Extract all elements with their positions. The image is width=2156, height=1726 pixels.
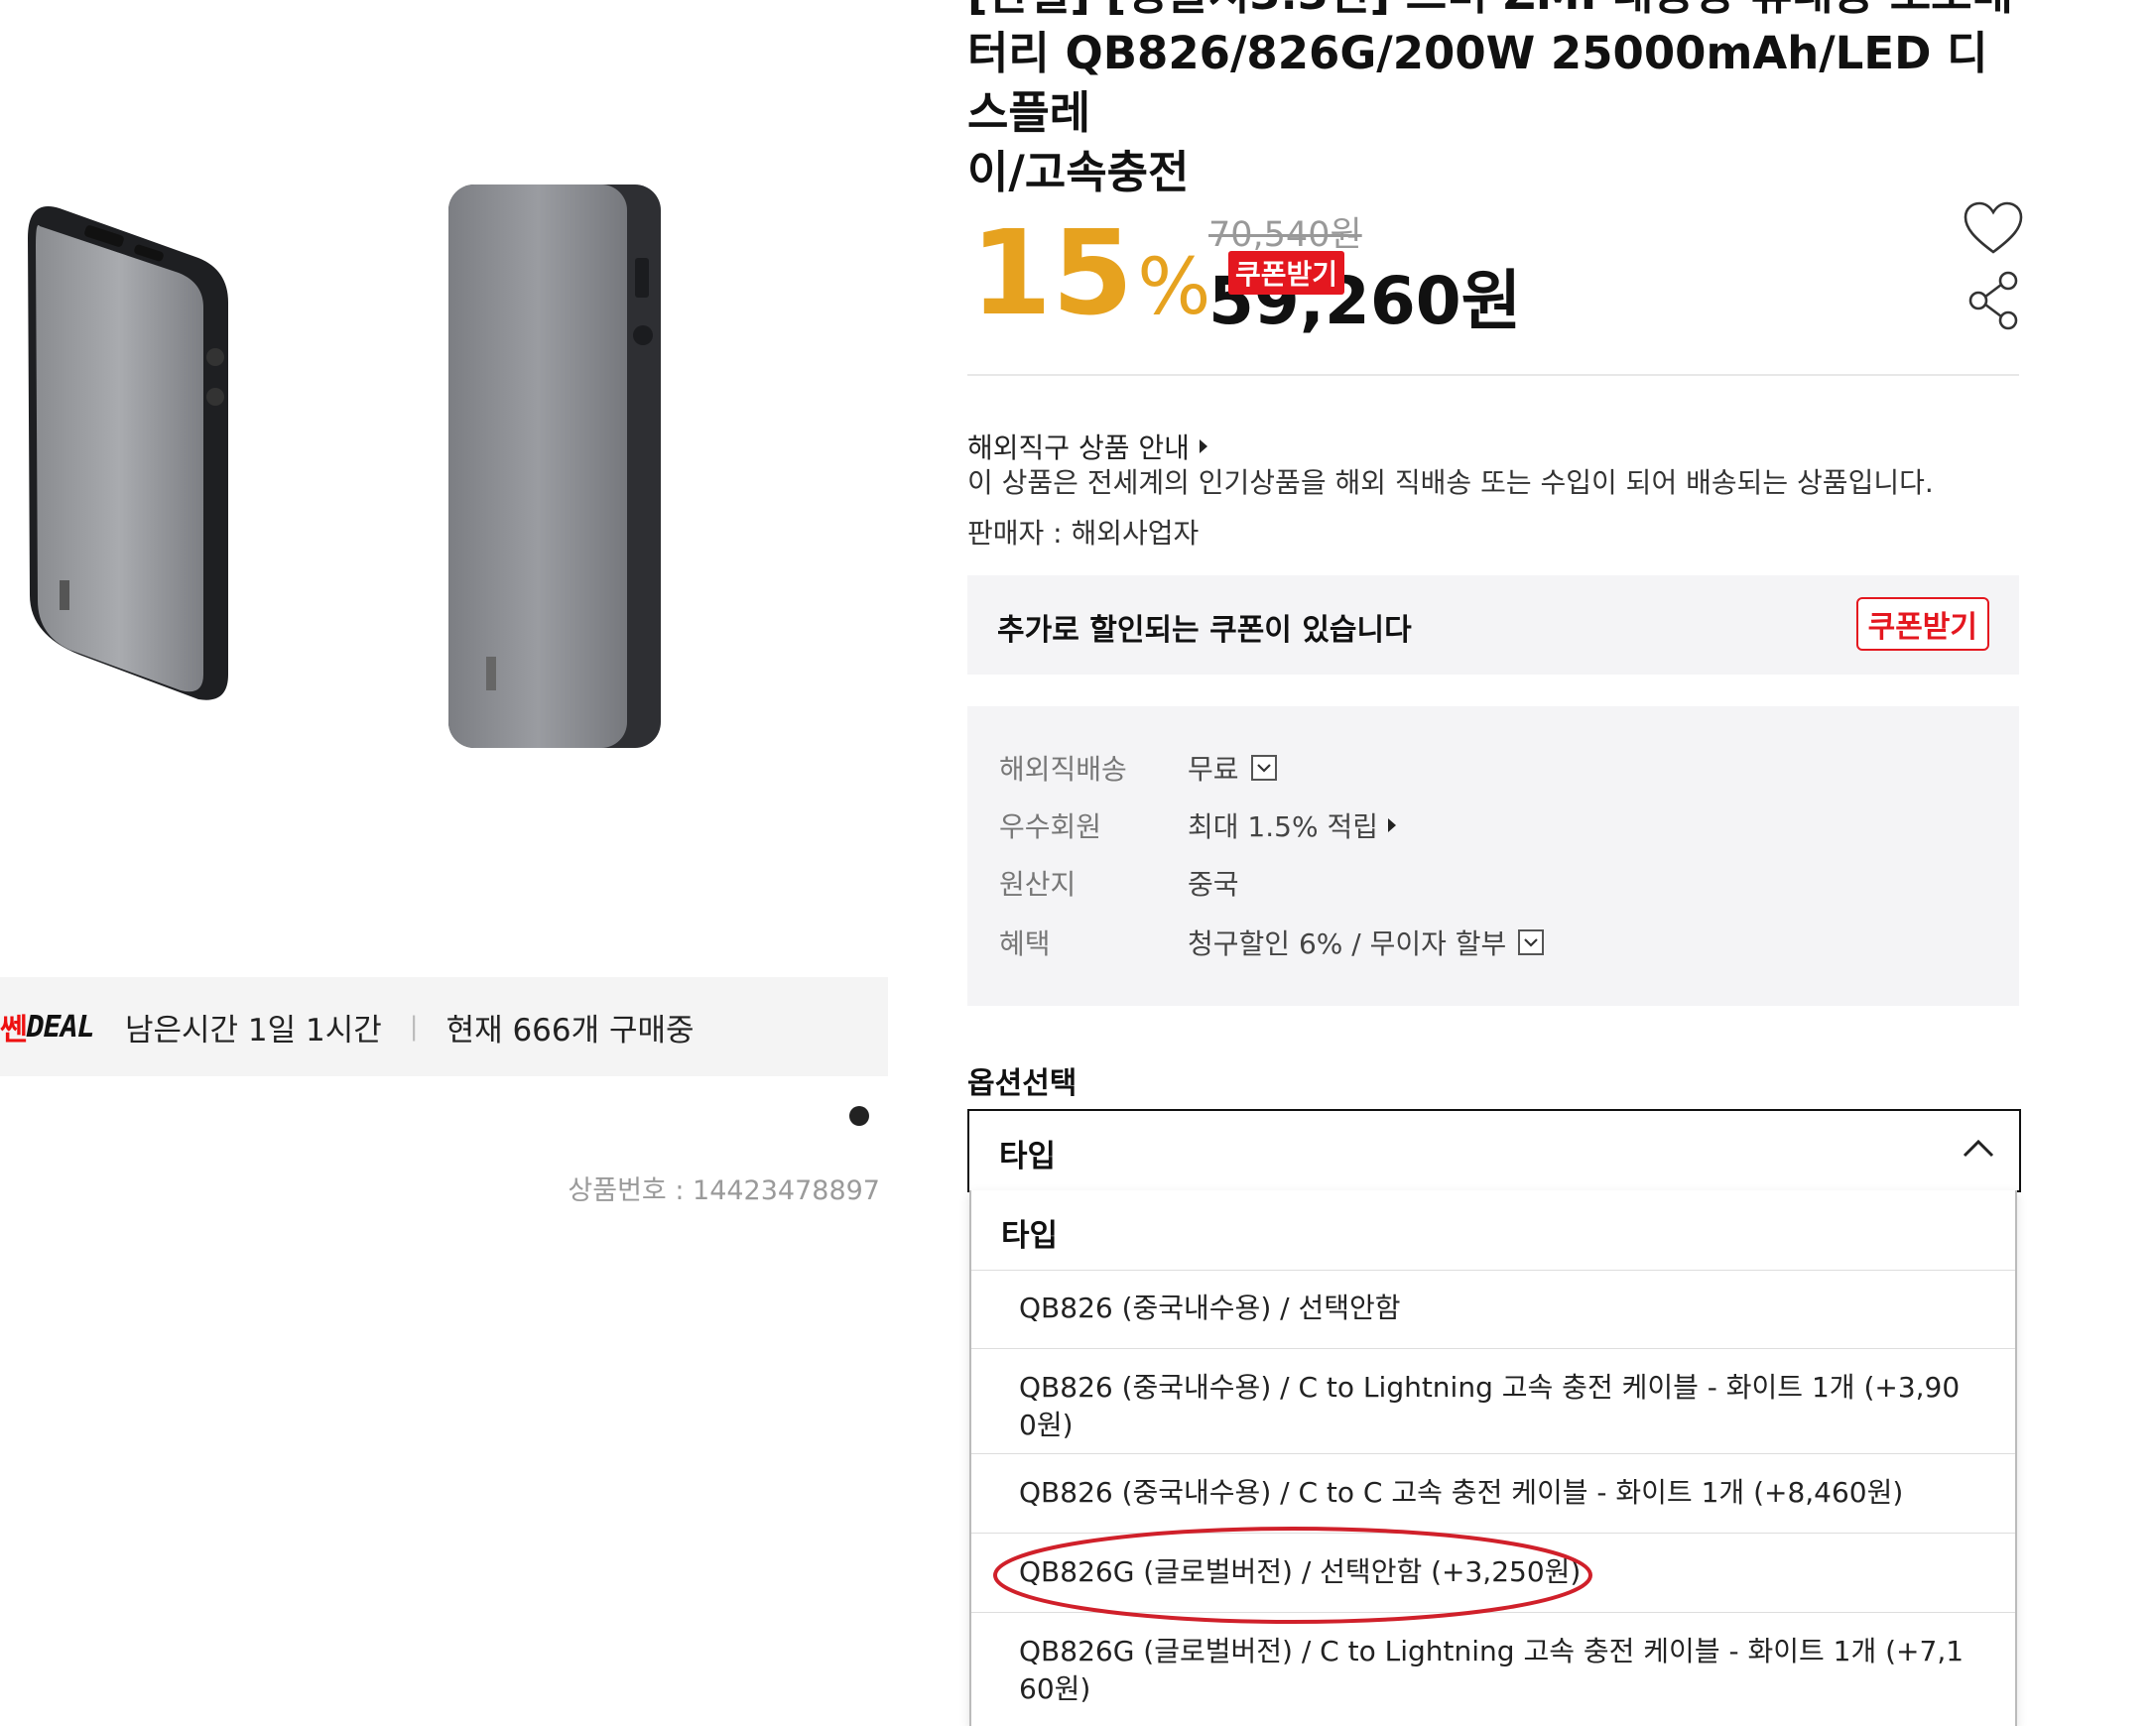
seller-info: 판매자 : 해외사업자 — [967, 517, 1200, 550]
deal-remaining-time: 남은시간 1일 1시간 — [125, 1012, 382, 1048]
overseas-notice-description: 이 상품은 전세계의 인기상품을 해외 직배송 또는 수입이 되어 배송되는 상… — [967, 466, 1934, 499]
annotation-red-circle — [993, 1527, 1592, 1624]
delivery-info-box: 해외직배송 무료 우수회원 최대 1.5% 적립 원산지 중국 혜택 청구할인 … — [967, 706, 2019, 1006]
discount-rate: 15% — [970, 204, 1211, 341]
info-row-membership: 우수회원 최대 1.5% 적립 — [999, 805, 1396, 845]
option-item[interactable]: QB826 (중국내수용) / 선택안함 — [971, 1270, 2015, 1349]
option-item[interactable]: QB826G (글로벌버전) / C to Lightning 고속 충전 케이… — [971, 1613, 2015, 1726]
info-row-origin: 원산지 중국 — [999, 868, 1239, 901]
power-bank-product-image — [28, 185, 661, 748]
option-item[interactable]: QB826 (중국내수용) / C to Lightning 고속 충전 케이블… — [971, 1349, 2015, 1454]
option-dropdown-list: 타입 QB826 (중국내수용) / 선택안함 QB826 (중국내수용) / … — [969, 1190, 2017, 1726]
get-coupon-button[interactable]: 쿠폰받기 — [1855, 597, 1989, 651]
option-item[interactable]: QB826 (중국내수용) / C to C 고속 충전 케이블 - 화이트 1… — [971, 1454, 2015, 1534]
option-type-select[interactable]: 타입 — [967, 1109, 2021, 1192]
product-image-gallery[interactable] — [0, 0, 888, 952]
chevron-up-icon — [1963, 1139, 1994, 1158]
deal-bar: 쎈 DEAL 남은시간 1일 1시간 | 현재 666개 구매중 — [0, 977, 888, 1076]
deal-buyers-count: 현재 666개 구매중 — [445, 1012, 695, 1048]
info-row-benefit: 혜택 청구할인 6% / 무이자 할부 — [999, 923, 1545, 962]
extra-coupon-text: 추가로 할인되는 쿠폰이 있습니다 — [997, 613, 1412, 648]
gallery-pager-dot[interactable] — [849, 1106, 869, 1126]
caret-right-icon — [1387, 818, 1396, 832]
dropdown-header: 타입 — [971, 1190, 2015, 1271]
option-section-label: 옵션선택 — [967, 1066, 1078, 1101]
deal-logo: 쎈 DEAL — [0, 1009, 95, 1048]
price-divider — [967, 374, 2019, 376]
product-number: 상품번호 : 14423478897 — [568, 1175, 880, 1206]
option-select-value: 타입 — [999, 1139, 1057, 1174]
heart-icon[interactable] — [1963, 200, 2024, 256]
product-title: [관될] [팅글서3.3인] 스미 ZMI 대용량 휴대용 보조배 터리 QB8… — [967, 0, 2013, 198]
overseas-notice-link[interactable]: 해외직구 상품 안내 — [967, 427, 1207, 466]
share-icon[interactable] — [1966, 270, 2022, 331]
info-row-shipping: 해외직배송 무료 — [999, 748, 1277, 788]
membership-reward-link[interactable]: 최대 1.5% 적립 — [1188, 805, 1396, 845]
extra-coupon-box: 추가로 할인되는 쿠폰이 있습니다 쿠폰받기 — [967, 575, 2019, 675]
caret-right-icon — [1199, 439, 1207, 453]
deal-separator: | — [409, 1012, 419, 1042]
chevron-down-icon[interactable] — [1518, 929, 1545, 955]
coupon-tag-button[interactable]: 쿠폰받기 — [1228, 251, 1345, 295]
chevron-down-icon[interactable] — [1250, 755, 1277, 781]
